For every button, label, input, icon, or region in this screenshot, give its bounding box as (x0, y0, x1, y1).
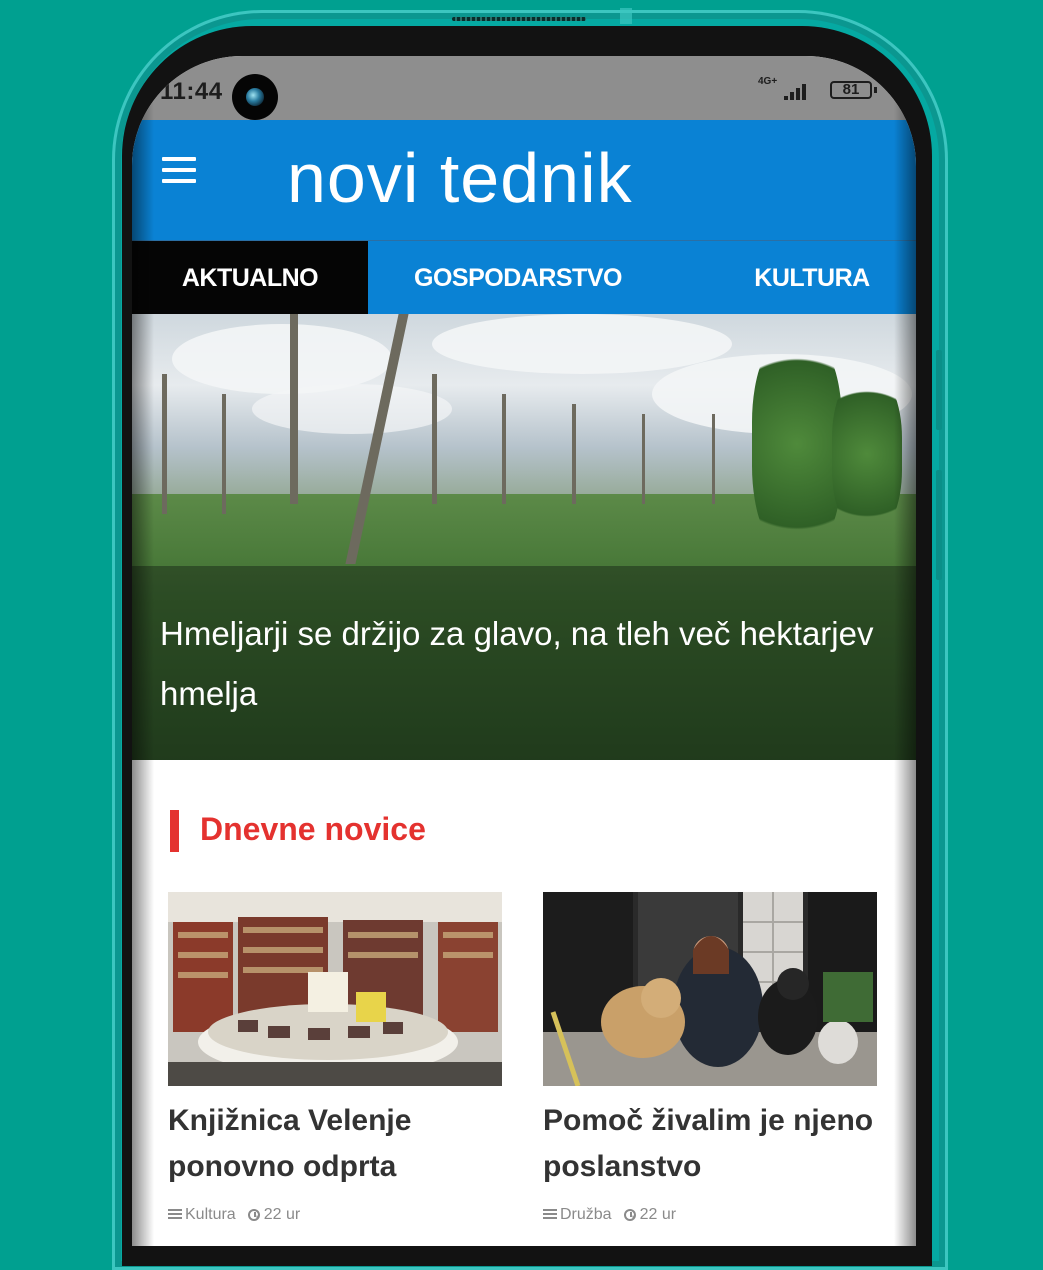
hop-pole (162, 374, 167, 514)
section-accent-bar (170, 810, 179, 852)
power-button (936, 470, 942, 580)
article-title[interactable]: Pomoč živalim je njeno poslanstvo (543, 1098, 883, 1190)
article-thumbnail[interactable] (543, 892, 877, 1086)
hop-pole (712, 414, 715, 504)
top-sensor (620, 8, 632, 24)
cloud (252, 384, 452, 434)
hop-pole (290, 314, 298, 504)
battery-icon: 81 (830, 81, 872, 99)
hop-pole (502, 394, 506, 504)
hop-pole (432, 374, 437, 504)
hop-pole (572, 404, 576, 504)
app-logo[interactable]: novi tednik (287, 138, 633, 218)
phone-screen: 11:44 4G+ 81 novi tednik AKTUALNO GOSPOD… (132, 56, 916, 1246)
category-icon (168, 1209, 182, 1220)
article-category[interactable]: Družba (560, 1206, 612, 1223)
signal-strength-icon (778, 82, 814, 100)
hop-vine (752, 334, 842, 554)
article-title[interactable]: Knjižnica Velenje ponovno odprta (168, 1098, 508, 1190)
cloud (432, 314, 732, 374)
hop-pole (222, 394, 226, 514)
volume-button (936, 350, 942, 430)
article-meta: Družba 22 ur (543, 1206, 676, 1224)
front-camera-icon (232, 74, 278, 120)
status-bar: 11:44 4G+ 81 (132, 56, 916, 120)
article-time: 22 ur (639, 1206, 677, 1223)
article-thumbnail[interactable] (168, 892, 502, 1086)
tab-gospodarstvo[interactable]: GOSPODARSTVO (390, 241, 646, 315)
article-time: 22 ur (263, 1206, 301, 1223)
hop-pole (642, 414, 645, 504)
clock-icon (623, 1208, 636, 1221)
camera-lens (246, 88, 264, 106)
earpiece-speaker (452, 17, 586, 21)
status-time: 11:44 (160, 78, 223, 105)
clock-icon (247, 1208, 260, 1221)
hamburger-menu-icon[interactable] (162, 157, 196, 183)
tab-kultura[interactable]: KULTURA (692, 241, 916, 315)
battery-tip (874, 87, 877, 93)
library-bookshelves-photo (168, 892, 502, 1086)
hop-vine (832, 374, 902, 534)
hero-title[interactable]: Hmeljarji se držijo za glavo, na tleh ve… (160, 604, 880, 724)
category-tabs: AKTUALNO GOSPODARSTVO KULTURA (132, 240, 916, 315)
section-title: Dnevne novice (200, 811, 426, 847)
category-icon (543, 1209, 557, 1220)
tab-aktualno[interactable]: AKTUALNO (132, 241, 368, 315)
hero-article[interactable]: Hmeljarji se držijo za glavo, na tleh ve… (132, 314, 916, 760)
network-type: 4G+ (758, 76, 778, 87)
woman-with-dogs-photo (543, 892, 877, 1086)
article-meta: Kultura 22 ur (168, 1206, 300, 1224)
article-category[interactable]: Kultura (185, 1206, 236, 1223)
